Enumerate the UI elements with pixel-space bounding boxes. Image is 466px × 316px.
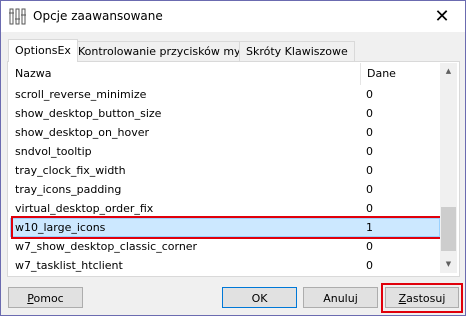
item-name: w7_show_desktop_classic_corner [15,240,198,253]
column-header-name[interactable]: Nazwa [10,63,360,85]
column-header-value[interactable]: Dane [362,63,440,85]
ok-button[interactable]: OK [222,287,297,308]
item-name: tray_clock_fix_width [15,164,126,177]
item-name: sndvol_tooltip [15,145,92,158]
list-item[interactable]: scroll_reverse_minimize 0 [10,85,440,104]
item-name: show_desktop_button_size [15,107,162,120]
list-item[interactable]: tray_icons_padding 0 [10,180,440,199]
help-label: omoc [33,292,64,305]
list-item[interactable]: w7_show_desktop_classic_corner 0 [10,237,440,256]
apply-button[interactable]: Zastosuj [385,287,459,308]
close-icon[interactable]: ✕ [419,1,465,32]
vertical-scrollbar[interactable]: ▲ ▼ [440,63,457,273]
item-value: 0 [366,240,373,253]
tab-optionsex[interactable]: OptionsEx [8,39,78,62]
title-bar[interactable]: Opcje zaawansowane ✕ [1,1,465,32]
apply-mnemonic: Z [398,292,407,305]
item-name: tray_icons_padding [15,183,122,196]
cancel-button[interactable]: Anuluj [303,287,378,308]
item-value: 0 [366,107,373,120]
scroll-thumb[interactable] [441,207,456,251]
item-value: 0 [366,259,373,272]
tab-panel: Nazwa Dane scroll_reverse_minimize 0 sho… [7,61,460,277]
item-name: w10_large_icons [15,221,106,234]
settings-app-icon [9,8,26,25]
item-value: 0 [366,202,373,215]
list-item[interactable]: tray_clock_fix_width 0 [10,161,440,180]
item-value: 0 [366,88,373,101]
item-name: virtual_desktop_order_fix [15,202,154,215]
item-name: scroll_reverse_minimize [15,88,147,101]
list-item[interactable]: virtual_desktop_order_fix 0 [10,199,440,218]
scroll-up-arrow-icon[interactable]: ▲ [440,63,457,80]
list-item-selected[interactable]: w10_large_icons 1 [10,218,440,237]
list-item[interactable]: w7_tasklist_htclient 0 [10,256,440,273]
item-name: w7_tasklist_htclient [15,259,123,272]
tab-keyboard-shortcuts[interactable]: Skróty Klawiszowe [239,41,355,62]
item-value: 1 [366,221,373,234]
window-title: Opcje zaawansowane [33,9,163,23]
apply-label: astosuj [406,292,446,305]
help-button[interactable]: Pomoc [8,287,83,308]
item-value: 0 [366,164,373,177]
options-list[interactable]: Nazwa Dane scroll_reverse_minimize 0 sho… [10,63,440,273]
item-name: show_desktop_on_hover [15,126,150,139]
list-item[interactable]: sndvol_tooltip 0 [10,142,440,161]
column-divider[interactable] [360,63,361,85]
list-item[interactable]: show_desktop_on_hover 0 [10,123,440,142]
scroll-down-arrow-icon[interactable]: ▼ [440,256,457,273]
item-value: 0 [366,126,373,139]
item-value: 0 [366,183,373,196]
list-item[interactable]: show_desktop_button_size 0 [10,104,440,123]
item-value: 0 [366,145,373,158]
advanced-options-dialog: Opcje zaawansowane ✕ OptionsEx Kontrolow… [0,0,466,316]
